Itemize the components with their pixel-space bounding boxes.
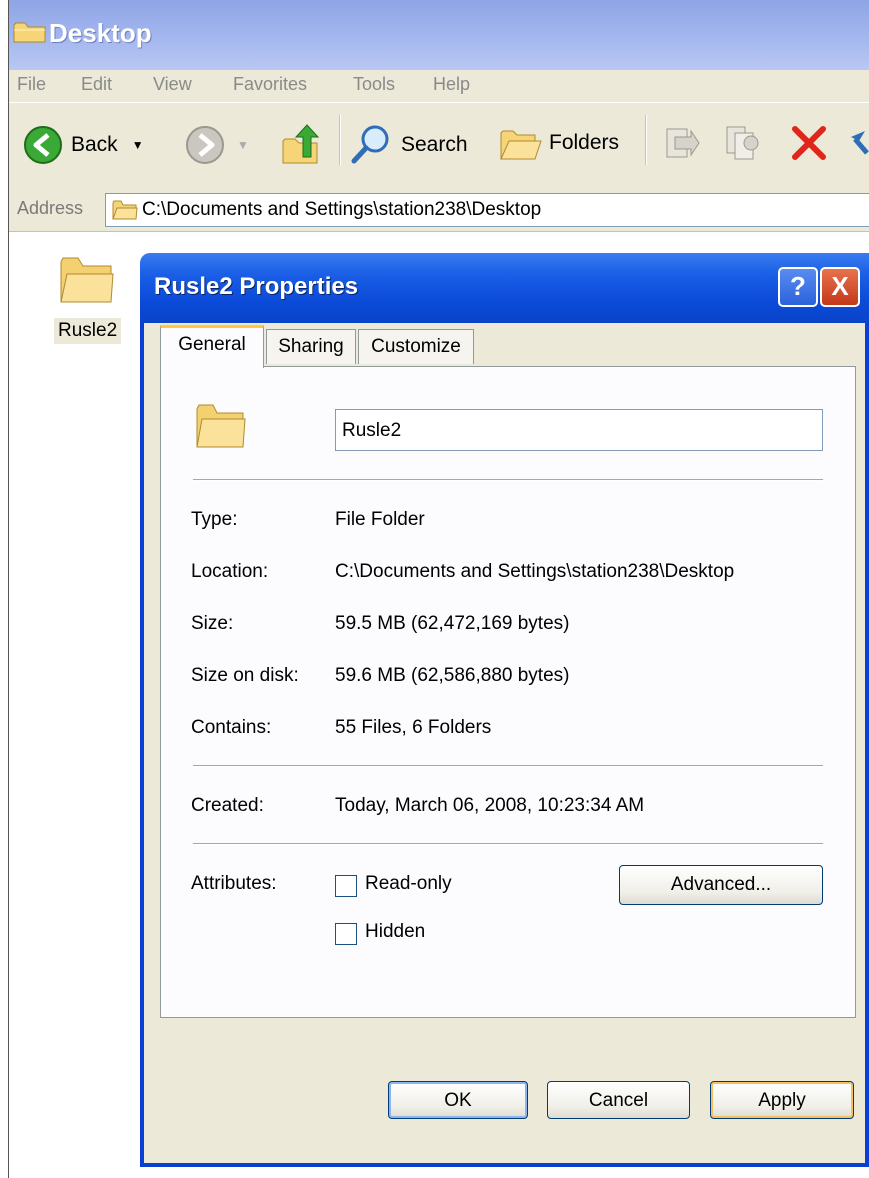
read-only-label[interactable]: Read-only (365, 873, 452, 895)
close-button[interactable]: X (820, 267, 860, 307)
copy-to-icon (726, 126, 759, 160)
search-button[interactable]: Search (349, 123, 468, 167)
undo-arrow-icon (851, 131, 869, 155)
size-on-disk-label: Size on disk: (191, 665, 299, 686)
hidden-label[interactable]: Hidden (365, 921, 425, 943)
forward-arrow-icon (186, 126, 224, 164)
menu-tools[interactable]: Tools (353, 74, 395, 95)
toolbar-separator (339, 115, 341, 165)
back-dropdown-icon[interactable]: ▼ (132, 138, 144, 152)
forward-dropdown-icon: ▼ (237, 138, 249, 152)
size-label: Size: (191, 613, 234, 634)
menu-view[interactable]: View (153, 74, 192, 95)
standard-toolbar: Back ▼ ▼ Search Folders (9, 102, 869, 190)
back-button[interactable]: Back ▼ (23, 125, 144, 165)
folders-icon (500, 130, 542, 160)
move-to-button[interactable] (661, 123, 701, 163)
properties-dialog: Rusle2 Properties ? X General Sharing Cu… (140, 253, 869, 1167)
undo-button[interactable] (845, 123, 869, 163)
up-folder-icon (282, 124, 320, 164)
apply-button[interactable]: Apply (710, 1081, 854, 1119)
menu-edit[interactable]: Edit (81, 74, 112, 95)
help-button[interactable]: ? (778, 267, 818, 307)
attributes-label: Attributes: (191, 873, 277, 894)
size-on-disk-value: 59.6 MB (62,586,880 bytes) (335, 665, 570, 686)
cancel-button[interactable]: Cancel (547, 1081, 690, 1119)
created-label: Created: (191, 795, 264, 816)
folder-name-input[interactable]: Rusle2 (335, 409, 823, 451)
menu-favorites[interactable]: Favorites (233, 74, 307, 95)
folder-icon (13, 22, 46, 43)
address-input[interactable]: C:\Documents and Settings\station238\Des… (105, 193, 869, 227)
menu-bar: File Edit View Favorites Tools Help (9, 70, 869, 102)
folder-icon (196, 404, 246, 448)
help-icon: ? (790, 271, 806, 301)
folders-label: Folders (549, 131, 620, 154)
general-tab-panel: Rusle2 Type: File Folder Location: C:\Do… (160, 366, 856, 1018)
divider (193, 765, 823, 767)
type-label: Type: (191, 509, 238, 530)
address-bar: Address C:\Documents and Settings\statio… (9, 189, 869, 232)
toolbar-separator (645, 115, 647, 165)
back-arrow-icon (24, 126, 62, 164)
menu-file[interactable]: File (17, 74, 46, 95)
location-value: C:\Documents and Settings\station238\Des… (335, 561, 735, 582)
forward-button: ▼ (185, 125, 249, 165)
location-label: Location: (191, 561, 269, 582)
explorer-titlebar[interactable]: Desktop (9, 0, 869, 70)
search-label: Search (401, 133, 468, 156)
contains-label: Contains: (191, 717, 272, 738)
delete-button[interactable] (789, 123, 829, 163)
advanced-button[interactable]: Advanced... (619, 865, 823, 905)
search-icon (351, 125, 389, 164)
back-label: Back (71, 133, 118, 156)
rusle2-folder-icon[interactable] (59, 254, 115, 306)
divider (193, 479, 823, 481)
copy-to-button[interactable] (723, 123, 763, 163)
divider (193, 843, 823, 845)
hidden-checkbox[interactable] (335, 923, 357, 945)
delete-x-icon (792, 126, 826, 160)
created-value: Today, March 06, 2008, 10:23:34 AM (335, 795, 645, 816)
type-value: File Folder (335, 509, 425, 530)
dialog-title: Rusle2 Properties (154, 273, 359, 300)
close-icon: X (831, 271, 849, 301)
ok-button[interactable]: OK (388, 1081, 528, 1119)
move-to-icon (666, 128, 700, 158)
window-title: Desktop (49, 18, 152, 48)
address-path: C:\Documents and Settings\station238\Des… (142, 199, 542, 220)
dialog-body: General Sharing Customize Rusle2 Type: F… (144, 323, 865, 1163)
tab-customize[interactable]: Customize (358, 329, 474, 364)
dialog-titlebar[interactable]: Rusle2 Properties ? X (140, 253, 869, 323)
desktop-item-label[interactable]: Rusle2 (54, 318, 122, 344)
contains-value: 55 Files, 6 Folders (335, 717, 492, 738)
tab-general[interactable]: General (160, 325, 264, 368)
read-only-checkbox[interactable] (335, 875, 357, 897)
up-folder-button[interactable] (279, 121, 325, 167)
tab-sharing[interactable]: Sharing (266, 329, 356, 364)
folder-icon (112, 200, 138, 220)
size-value: 59.5 MB (62,472,169 bytes) (335, 613, 570, 634)
address-label: Address (17, 198, 84, 218)
menu-help[interactable]: Help (433, 74, 470, 95)
folders-button[interactable]: Folders (499, 123, 619, 163)
